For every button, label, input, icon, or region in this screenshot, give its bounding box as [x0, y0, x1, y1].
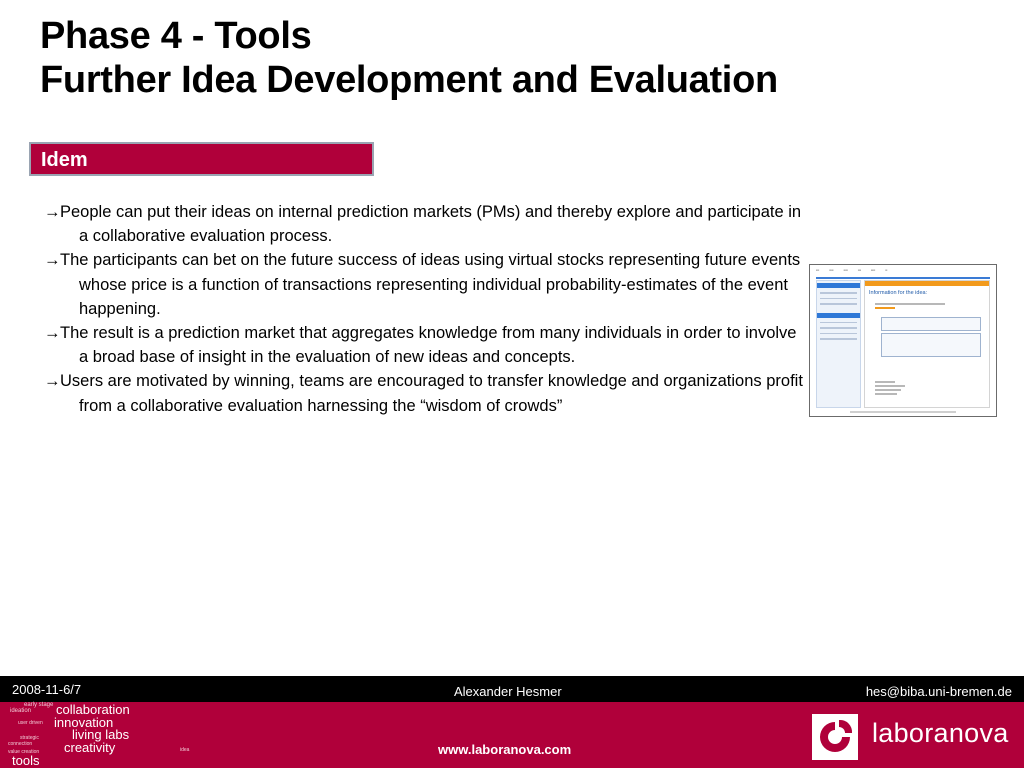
prediction-market-screenshot: ▪▪▪ ▪▪▪▪ ▪▪▪▪ ▪▪▪ ▪▪▪▪ ▪▪ Information for the…	[809, 264, 997, 417]
bullet-item: →The result is a prediction market that …	[44, 321, 804, 369]
arrow-icon: →	[44, 324, 61, 343]
screenshot-tabs: ▪▪▪ ▪▪▪▪ ▪▪▪▪ ▪▪▪ ▪▪▪▪ ▪▪	[816, 268, 888, 272]
slide-title: Phase 4 - Tools Further Idea Development…	[40, 14, 778, 102]
footer-date: 2008-11-6/7	[12, 682, 82, 697]
screenshot-footer	[850, 411, 956, 413]
bullet-list: →People can put their ideas on internal …	[44, 200, 804, 418]
footer-email: hes@biba.uni-bremen.de	[865, 684, 1012, 699]
screenshot-input-box	[881, 317, 981, 331]
footer-info-bar: 2008-11-6/7 Alexander Hesmer hes@biba.un…	[0, 676, 1024, 702]
arrow-icon: →	[44, 251, 61, 270]
footer-author: Alexander Hesmer	[454, 684, 562, 699]
cloud-word: user driven	[18, 720, 43, 726]
bullet-text: People can put their ideas on internal p…	[60, 203, 802, 246]
bullet-item: →Users are motivated by winning, teams a…	[44, 369, 804, 417]
title-line-2: Further Idea Development and Evaluation	[40, 59, 778, 101]
screenshot-sidebar	[816, 280, 861, 408]
bullet-text: Users are motivated by winning, teams ar…	[60, 372, 803, 415]
screenshot-main-panel: Information for the idea:	[864, 280, 990, 408]
cloud-word: idea	[180, 747, 190, 753]
word-cloud: early stage ideation collaboration innov…	[0, 702, 200, 768]
laboranova-logo-icon	[812, 714, 858, 760]
screenshot-chart-box	[881, 333, 981, 357]
footer-brand-bar: early stage ideation collaboration innov…	[0, 702, 1024, 768]
title-line-1: Phase 4 - Tools	[40, 15, 312, 57]
cloud-word: tools	[12, 753, 40, 768]
section-header-bar: Idem	[29, 142, 374, 176]
bullet-text: The participants can bet on the future s…	[60, 251, 801, 318]
bullet-text: The result is a prediction market that a…	[60, 324, 797, 367]
arrow-icon: →	[44, 203, 61, 221]
section-header-label: Idem	[41, 149, 88, 171]
cloud-word: ideation	[10, 708, 32, 714]
arrow-icon: →	[44, 372, 61, 391]
bullet-item: →People can put their ideas on internal …	[44, 200, 804, 248]
screenshot-topline	[816, 277, 990, 279]
screenshot-heading: Information for the idea:	[869, 290, 928, 296]
bullet-item: →The participants can bet on the future …	[44, 248, 804, 321]
footer-website-link[interactable]: www.laboranova.com	[438, 742, 571, 757]
cloud-word: connection	[8, 741, 33, 747]
cloud-word: creativity	[64, 740, 116, 755]
brand-name: laboranova	[872, 718, 1009, 748]
